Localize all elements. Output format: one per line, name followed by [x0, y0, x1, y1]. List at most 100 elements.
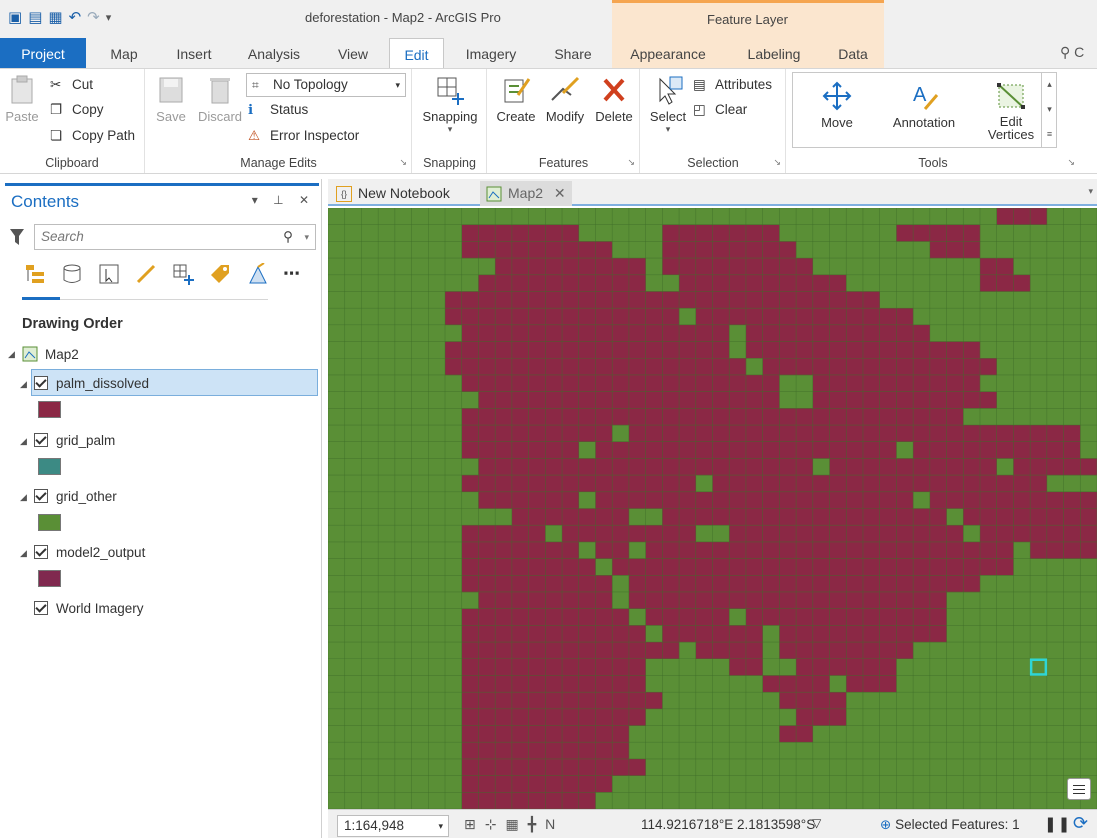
palm-cell[interactable] [812, 658, 830, 676]
palm-cell[interactable] [812, 541, 830, 559]
palm-cell[interactable] [511, 441, 529, 459]
palm-cell[interactable] [796, 408, 814, 426]
palm-cell[interactable] [913, 341, 931, 359]
palm-cell[interactable] [745, 591, 763, 609]
palm-cell[interactable] [495, 425, 513, 442]
palm-cell[interactable] [578, 642, 596, 659]
palm-cell[interactable] [511, 758, 529, 776]
palm-cell[interactable] [695, 241, 713, 259]
palm-cell[interactable] [712, 308, 730, 326]
palm-cell[interactable] [545, 775, 563, 793]
selection-view-icon[interactable] [98, 263, 120, 285]
palm-cell[interactable] [628, 491, 646, 509]
tab-share[interactable]: Share [540, 38, 606, 68]
palm-cell[interactable] [612, 675, 630, 693]
palm-cell[interactable] [712, 541, 730, 559]
palm-cell[interactable] [796, 308, 814, 326]
palm-cell[interactable] [1013, 208, 1031, 225]
palm-cell[interactable] [461, 758, 479, 776]
palm-cell[interactable] [929, 591, 947, 609]
palm-cell[interactable] [745, 258, 763, 275]
palm-cell[interactable] [662, 241, 680, 259]
palm-cell[interactable] [528, 608, 546, 626]
palm-cell[interactable] [879, 374, 897, 392]
palm-cell[interactable] [645, 374, 663, 392]
palm-cell[interactable] [628, 658, 646, 676]
palm-cell[interactable] [862, 374, 880, 392]
palm-cell[interactable] [695, 508, 713, 526]
expand-arrow-icon[interactable]: ◢ [20, 492, 27, 503]
palm-cell[interactable] [846, 525, 864, 543]
palm-cell[interactable] [595, 341, 613, 359]
palm-cell[interactable] [595, 725, 613, 743]
palm-cell[interactable] [511, 642, 529, 659]
palm-cell[interactable] [1063, 441, 1081, 459]
palm-cell[interactable] [745, 241, 763, 259]
palm-cell[interactable] [979, 258, 997, 275]
palm-cell[interactable] [562, 625, 579, 643]
palm-cell[interactable] [495, 258, 513, 275]
palm-cell[interactable] [812, 575, 830, 593]
palm-cell[interactable] [478, 441, 496, 459]
error-inspector-button[interactable]: ⚠ Error Inspector [248, 128, 359, 144]
palm-cell[interactable] [545, 642, 563, 659]
palm-cell[interactable] [545, 258, 563, 275]
palm-cell[interactable] [1030, 208, 1048, 225]
palm-cell[interactable] [511, 408, 529, 426]
palm-cell[interactable] [511, 241, 529, 259]
layer-visibility-checkbox[interactable] [34, 489, 48, 503]
palm-cell[interactable] [578, 758, 596, 776]
palm-cell[interactable] [913, 558, 931, 576]
palm-cell[interactable] [662, 324, 680, 342]
palm-cell[interactable] [645, 541, 663, 559]
palm-cell[interactable] [562, 658, 579, 676]
palm-cell[interactable] [612, 725, 630, 743]
palm-cell[interactable] [829, 491, 847, 509]
layer-visibility-checkbox[interactable] [34, 433, 48, 447]
palm-cell[interactable] [913, 358, 931, 376]
palm-cell[interactable] [729, 374, 747, 392]
palm-cell[interactable] [812, 324, 830, 342]
palm-cell[interactable] [595, 608, 613, 626]
palm-cell[interactable] [562, 308, 579, 326]
palm-cell[interactable] [478, 792, 496, 809]
selected-features-count[interactable]: ⊕ Selected Features: 1 [880, 817, 1020, 833]
palm-cell[interactable] [829, 692, 847, 710]
palm-cell[interactable] [929, 408, 947, 426]
palm-cell[interactable] [913, 224, 931, 242]
palm-cell[interactable] [812, 341, 830, 359]
palm-cell[interactable] [478, 408, 496, 426]
palm-cell[interactable] [528, 391, 546, 409]
palm-cell[interactable] [528, 708, 546, 726]
palm-cell[interactable] [913, 591, 931, 609]
palm-cell[interactable] [612, 758, 630, 776]
tab-map2[interactable]: Map2 ✕ [480, 181, 572, 206]
palm-cell[interactable] [913, 508, 931, 526]
palm-cell[interactable] [996, 525, 1014, 543]
palm-cell[interactable] [628, 642, 646, 659]
palm-cell[interactable] [528, 425, 546, 442]
palm-cell[interactable] [578, 558, 596, 576]
palm-cell[interactable] [495, 324, 513, 342]
palm-cell[interactable] [662, 341, 680, 359]
palm-cell[interactable] [595, 508, 613, 526]
palm-cell[interactable] [595, 575, 613, 593]
palm-cell[interactable] [862, 358, 880, 376]
palm-cell[interactable] [562, 508, 579, 526]
palm-cell[interactable] [511, 224, 529, 242]
palm-cell[interactable] [578, 425, 596, 442]
palm-cell[interactable] [612, 625, 630, 643]
palm-cell[interactable] [612, 658, 630, 676]
grid-tool-icon[interactable]: ⊞ [464, 816, 476, 833]
clear-selection-button[interactable]: ◰ Clear [693, 102, 747, 118]
palm-cell[interactable] [511, 391, 529, 409]
palm-cell[interactable] [779, 608, 797, 626]
palm-cell[interactable] [628, 274, 646, 292]
dialog-launcher-icon[interactable]: ↘ [1067, 157, 1075, 168]
palm-cell[interactable] [511, 341, 529, 359]
palm-cell[interactable] [612, 491, 630, 509]
palm-cell[interactable] [578, 658, 596, 676]
palm-cell[interactable] [762, 475, 780, 493]
tab-edit[interactable]: Edit [389, 38, 444, 69]
palm-cell[interactable] [562, 575, 579, 593]
